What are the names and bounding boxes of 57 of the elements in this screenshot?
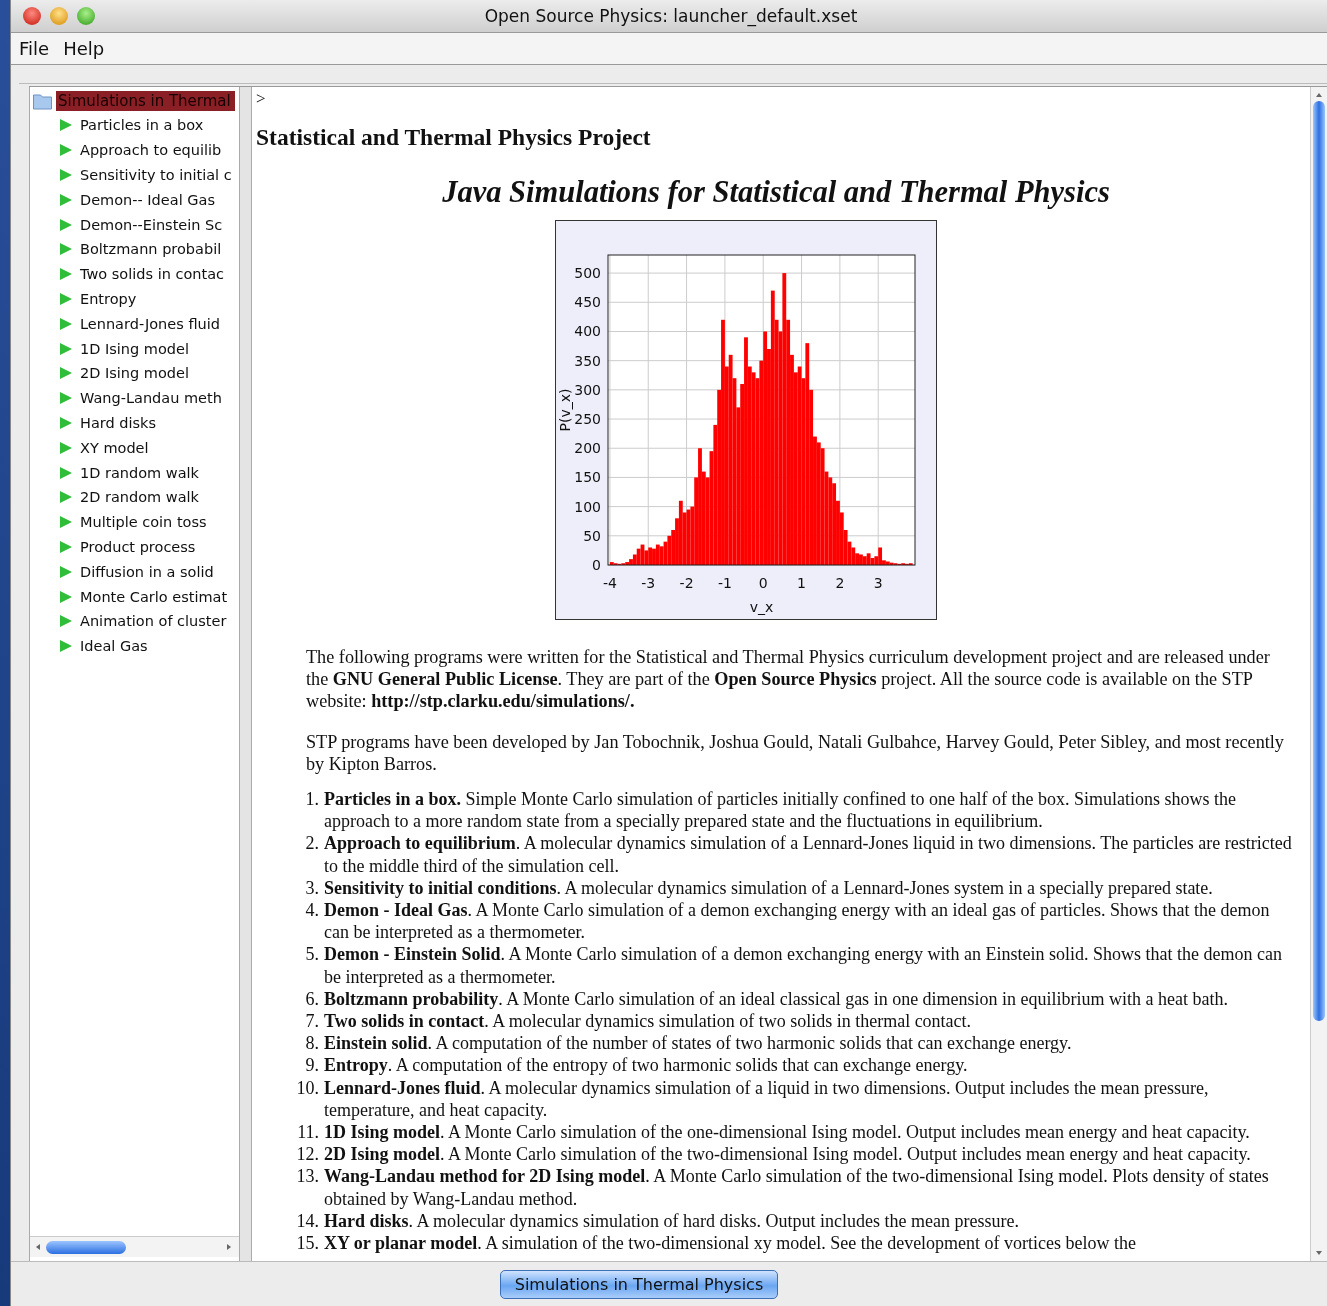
- list-number: 5.: [304, 943, 320, 967]
- x-tick-label: -2: [679, 575, 694, 591]
- list-number: 10.: [295, 1076, 320, 1100]
- x-tick-label: -4: [602, 575, 617, 591]
- paragraph: The following programs were written for the Statistical and Thermal Physics curriculum development project and are released under the GNU General Public License. They are part of the Open Source Physics project. All the source code is available on the STP website: http://stp.clarku.edu/simulations/.: [306, 646, 1271, 712]
- x-tick-label: 3: [873, 575, 883, 591]
- list-number: 1.: [304, 788, 320, 811]
- list-number: 6.: [304, 987, 320, 1011]
- list-number: 3.: [304, 876, 320, 899]
- page-heading: Statistical and Thermal Physics Project: [256, 124, 652, 151]
- y-tick-label: 100: [574, 498, 601, 515]
- list-item-text: Particles in a box. Simple Monte Carlo simulation of particles initially confined to one half of the box. Simulations shows the approach to a more random state from a specially prepared state and the fluctuations in equilibrium.: [324, 788, 1237, 833]
- y-tick-label: 0: [592, 557, 601, 573]
- list-item-text: XY or planar model. A simulation of the two-dimensional xy model. See the development of vortices below the: [324, 1232, 1138, 1255]
- list-item-text: Entropy. A computation of the entropy of two harmonic solids that can exchange energy.: [324, 1054, 969, 1077]
- y-tick-label: 150: [574, 469, 601, 486]
- list-item-text: Demon - Einstein Solid. A Monte Carlo simulation of a demon exchanging energy with an Einstein solid. Shows that the demon can be interpreted as a thermometer.: [324, 943, 1284, 988]
- list-number: 12.: [295, 1143, 320, 1166]
- list-item-text: Wang-Landau method for 2D Ising model. A Monte Carlo simulation of the two-dimensional Ising model. Plots density of states obtained by Wang-Landau method.: [324, 1165, 1270, 1210]
- y-tick-label: 500: [574, 265, 601, 282]
- y-tick-label: 300: [574, 381, 601, 398]
- list-item-text: Demon - Ideal Gas. A Monte Carlo simulation of a demon exchanging energy with an ideal gas of particles. Shows that the demon can be interpreted as a thermometer.: [324, 899, 1271, 944]
- paragraph: STP programs have been developed by Jan Tobochnik, Joshua Gould, Natali Gulbahce, Harvey Gould, Peter Sibley, and most recently by Kipton Barros.: [306, 731, 1285, 775]
- y-axis-label: P(v_x): [557, 388, 573, 432]
- breadcrumb: >: [256, 89, 267, 110]
- list-number: 11.: [296, 1121, 320, 1144]
- list-number: 15.: [295, 1232, 320, 1255]
- y-tick-label: 450: [574, 294, 601, 311]
- x-tick-label: -3: [641, 575, 656, 591]
- y-tick-label: 200: [574, 440, 601, 457]
- list-number: 9.: [304, 1054, 320, 1077]
- list-item-text: Boltzmann probability. A Monte Carlo simulation of an ideal classical gas in one dimension in equilibrium with a heat bath.: [324, 987, 1230, 1011]
- list-item-text: Approach to equilibrium. A molecular dynamics simulation of a Lennard-Jones liquid in two dimensions. The particles are restricted to the middle third of the simulation cell.: [324, 832, 1293, 877]
- list-number: 14.: [295, 1209, 320, 1233]
- x-tick-label: 1: [797, 575, 806, 591]
- list-item-text: 2D Ising model. A Monte Carlo simulation of the two-dimensional Ising model. Output includes mean energy and heat capacity.: [324, 1143, 1252, 1166]
- list-number: 7.: [304, 1010, 320, 1033]
- x-axis-label: v_x: [749, 599, 774, 615]
- list-item-text: Einstein solid. A computation of the number of states of two harmonic solids that can exchange energy.: [324, 1032, 1073, 1055]
- y-tick-label: 50: [583, 527, 601, 544]
- list-item-text: 1D Ising model. A Monte Carlo simulation of the one-dimensional Ising model. Output includes mean energy and heat capacity.: [324, 1121, 1251, 1144]
- x-tick-label: -1: [717, 575, 732, 591]
- y-tick-label: 250: [574, 411, 601, 428]
- list-number: 13.: [295, 1165, 320, 1189]
- list-number: 2.: [304, 832, 320, 856]
- x-tick-label: 2: [835, 575, 845, 591]
- list-item-text: Sensitivity to initial conditions. A molecular dynamics simulation of a Lennard-Jones system in a specially prepared state.: [324, 876, 1214, 899]
- list-item-text: Two solids in contact. A molecular dynamics simulation of two solids in thermal contact.: [324, 1010, 973, 1033]
- list-item-text: Hard disks. A molecular dynamics simulation of hard disks. Output includes the mean pressure.: [324, 1209, 1020, 1233]
- window-title: Open Source Physics: launcher_default.xset: [483, 6, 859, 26]
- x-tick-label: 0: [758, 575, 768, 591]
- list-item-text: Lennard-Jones fluid. A molecular dynamics simulation of a liquid in two dimensions. Output includes the mean pressure, temperature, and heat capacity.: [324, 1076, 1210, 1122]
- page-title: Java Simulations for Statistical and Thermal Physics: [441, 175, 1111, 210]
- y-tick-label: 400: [574, 323, 601, 340]
- y-tick-label: 350: [574, 352, 601, 369]
- list-number: 4.: [304, 899, 320, 922]
- list-number: 8.: [304, 1032, 320, 1055]
